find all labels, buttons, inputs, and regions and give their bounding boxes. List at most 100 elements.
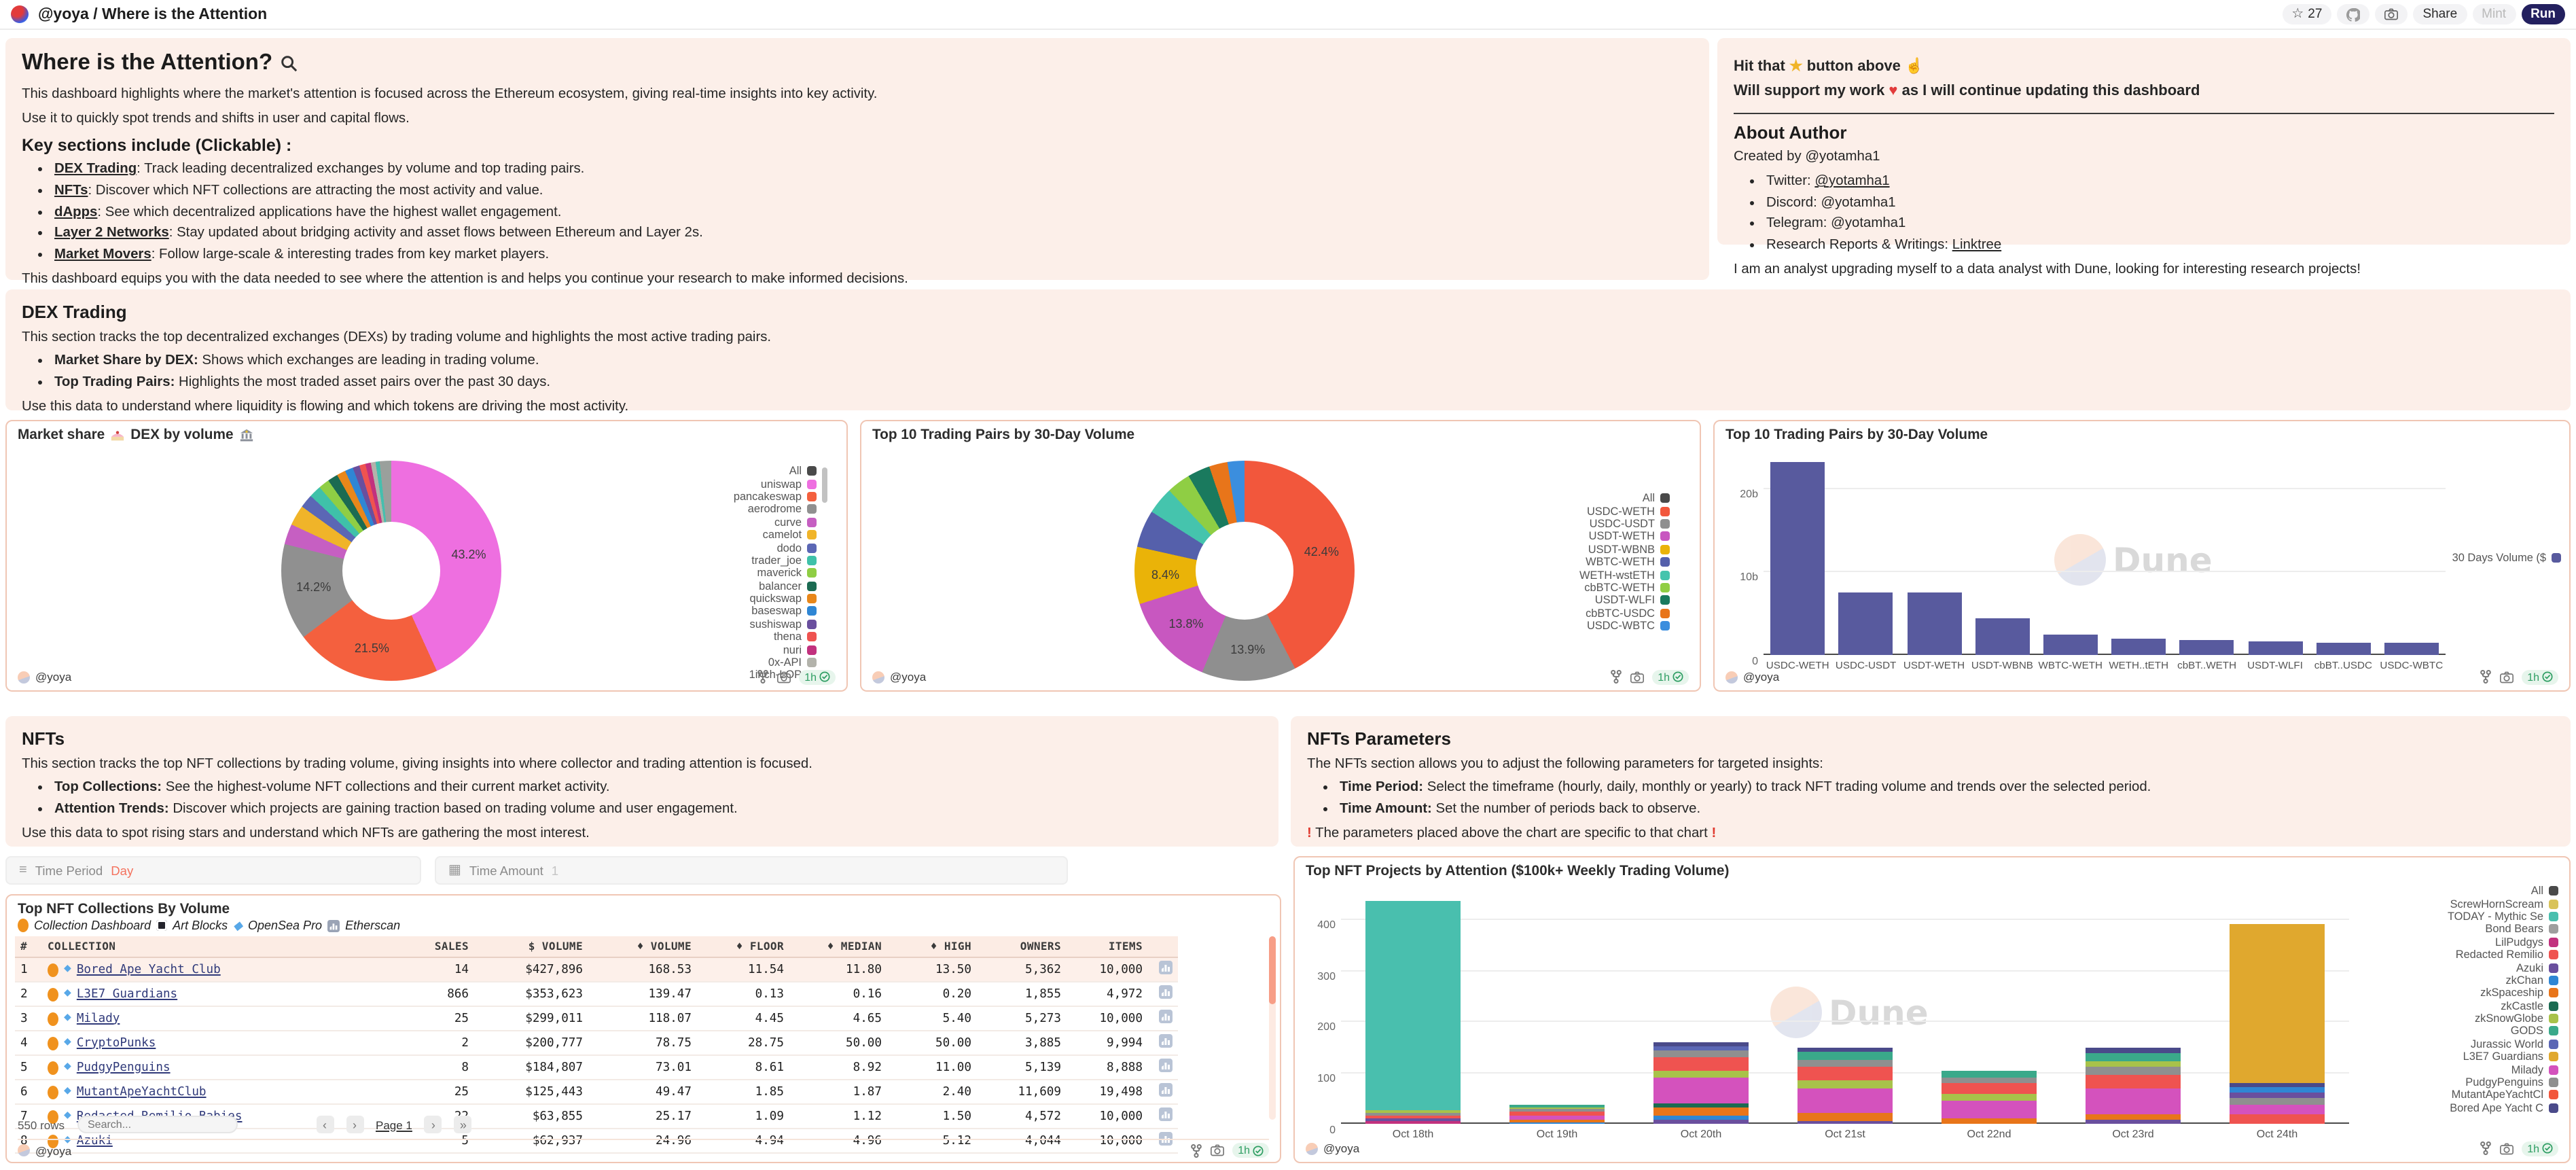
legend-item[interactable]: maverick	[757, 567, 817, 580]
time-amount-value[interactable]: 1	[552, 864, 558, 877]
column-header[interactable]: ♦ MEDIAN	[789, 936, 887, 957]
refresh-badge[interactable]: 1h	[1652, 669, 1689, 684]
nft-attention-plot[interactable]: 0100200300400Oct 18thOct 19thOct 20thOct…	[1341, 893, 2349, 1124]
screenshot-button[interactable]	[2375, 4, 2408, 24]
camera-icon[interactable]	[1211, 1144, 1224, 1156]
legend-item[interactable]: camelot	[763, 529, 817, 542]
fork-icon[interactable]	[1610, 670, 1622, 684]
github-button[interactable]	[2337, 4, 2369, 24]
page-indicator[interactable]: Page 1	[376, 1118, 412, 1131]
legend-item[interactable]: Bored Ape Yacht C	[2450, 1101, 2558, 1114]
fork-icon[interactable]	[2480, 1141, 2492, 1155]
legend-item[interactable]: USDT-WETH	[1589, 530, 1670, 543]
legend-item[interactable]: cbBTC-USDC	[1586, 607, 1670, 620]
time-period-value[interactable]: Day	[111, 864, 133, 877]
table-row[interactable]: 4◆CryptoPunks2$200,77778.7528.7550.0050.…	[15, 1031, 1178, 1055]
legend-item[interactable]: Azuki	[2516, 961, 2558, 974]
legend-item[interactable]: Milady	[2511, 1063, 2558, 1076]
collection-link[interactable]: CryptoPunks	[77, 1036, 156, 1050]
column-header[interactable]: ♦ FLOOR	[697, 936, 789, 957]
legend-scrollbar[interactable]	[822, 467, 827, 503]
table-row[interactable]: 6◆MutantApeYachtClub25$125,44349.471.851…	[15, 1080, 1178, 1104]
collection-dashboard-icon[interactable]	[48, 1085, 58, 1099]
stacked-bar-Oct 19th[interactable]	[1509, 1105, 1605, 1124]
legend-item[interactable]: quickswap	[750, 592, 817, 605]
stacked-bar-Oct 22nd[interactable]	[1942, 1070, 2037, 1124]
dapps-link[interactable]: dApps	[54, 205, 97, 219]
bar-WETH..tETH[interactable]	[2111, 639, 2166, 655]
opensea-gem-icon[interactable]: ◆	[64, 1061, 71, 1074]
legend-item[interactable]: Jurassic World	[2471, 1038, 2558, 1050]
dex-market-share-pie[interactable]: 43.2%21.5%14.2%	[281, 461, 501, 681]
next-page-button[interactable]: ›	[346, 1116, 363, 1133]
refresh-badge[interactable]: 1h	[1232, 1143, 1269, 1158]
legend-item[interactable]: curve	[774, 516, 817, 529]
fork-icon[interactable]	[757, 670, 769, 684]
opensea-pro-link[interactable]: OpenSea Pro	[248, 919, 322, 932]
legend-item[interactable]: WBTC-WETH	[1586, 556, 1670, 569]
twitter-link[interactable]: @yotamha1	[1814, 174, 1889, 189]
legend-item[interactable]: aerodrome	[748, 503, 817, 516]
legend-item[interactable]: zkSnowGlobe	[2475, 1012, 2558, 1025]
legend-item[interactable]: MutantApeYachtCl	[2452, 1089, 2558, 1102]
collection-dashboard-icon[interactable]	[48, 1036, 58, 1050]
legend-item[interactable]: ScrewHornScream	[2450, 898, 2558, 910]
bar-chart-legend[interactable]: 30 Days Volume ($	[2452, 552, 2561, 564]
camera-icon[interactable]	[1630, 671, 1644, 683]
opensea-gem-icon[interactable]: ◆	[64, 988, 71, 1000]
bar-WBTC-WETH[interactable]	[2043, 634, 2098, 655]
top-pairs-pie[interactable]: 42.4%13.9%13.8%8.4%	[1134, 461, 1355, 681]
stacked-bar-Oct 24th[interactable]	[2230, 923, 2325, 1124]
nfts-link[interactable]: NFTs	[54, 183, 88, 198]
layer2-link[interactable]: Layer 2 Networks	[54, 226, 169, 241]
legend-item[interactable]: TODAY - Mythic Se	[2448, 910, 2558, 923]
collection-dashboard-icon[interactable]	[48, 963, 58, 976]
legend-item[interactable]: cbBTC-WETH	[1584, 581, 1670, 594]
legend-item[interactable]: zkCastle	[2501, 999, 2558, 1012]
legend-item[interactable]: All	[1643, 492, 1670, 505]
bar-USDC-USDT[interactable]	[1839, 592, 1893, 656]
card-author[interactable]: @yoya	[18, 670, 71, 684]
prev-page-button[interactable]: ‹	[316, 1116, 334, 1133]
legend-item[interactable]: All	[789, 465, 817, 478]
legend-item[interactable]: All	[2531, 885, 2558, 898]
user-avatar[interactable]	[11, 5, 29, 23]
art-blocks-link[interactable]: Art Blocks	[173, 919, 228, 932]
mini-chart-icon[interactable]	[1159, 961, 1173, 974]
legend-item[interactable]: sushiswap	[750, 618, 817, 631]
legend-item[interactable]: zkChan	[2505, 974, 2558, 987]
linktree-link[interactable]: Linktree	[1952, 238, 2002, 253]
legend-item[interactable]: USDC-USDT	[1590, 518, 1670, 531]
mini-chart-icon[interactable]	[1159, 1010, 1173, 1023]
market-movers-link[interactable]: Market Movers	[54, 247, 151, 262]
legend-item[interactable]: balancer	[759, 580, 817, 592]
column-header[interactable]: ITEMS	[1067, 936, 1148, 957]
column-header[interactable]: OWNERS	[977, 936, 1067, 957]
bar-USDC-WETH[interactable]	[1770, 462, 1825, 655]
card-author[interactable]: @yoya	[1725, 670, 1779, 684]
legend-item[interactable]: nuri	[783, 643, 817, 656]
bar-USDT-WLFI[interactable]	[2248, 641, 2302, 655]
card-author[interactable]: @yoya	[872, 670, 926, 684]
collection-dashboard-icon[interactable]	[48, 1061, 58, 1074]
bar-cbBT..WETH[interactable]	[2180, 640, 2234, 655]
mint-button[interactable]: Mint	[2472, 4, 2516, 24]
forward-page-button[interactable]: ›	[425, 1116, 442, 1133]
time-amount-param[interactable]: ▦ Time Amount 1	[435, 856, 1068, 885]
bar-USDT-WETH[interactable]	[1907, 593, 1961, 655]
camera-icon[interactable]	[777, 671, 791, 683]
camera-icon[interactable]	[2500, 1142, 2514, 1154]
stacked-bar-Oct 21st[interactable]	[1797, 1048, 1893, 1124]
last-page-button[interactable]: »	[454, 1116, 472, 1133]
refresh-badge[interactable]: 1h	[2522, 669, 2558, 684]
column-header[interactable]: ♦ HIGH	[887, 936, 977, 957]
mini-chart-icon[interactable]	[1159, 1034, 1173, 1048]
table-scrollbar-thumb[interactable]	[1269, 936, 1276, 1004]
table-row[interactable]: 3◆Milady25$299,011118.074.454.655.405,27…	[15, 1006, 1178, 1031]
card-author[interactable]: @yoya	[1306, 1141, 1359, 1155]
legend-item[interactable]: uniswap	[761, 478, 817, 491]
legend-item[interactable]: trader_joe	[751, 554, 817, 567]
table-row[interactable]: 5◆PudgyPenguins8$184,80773.018.618.9211.…	[15, 1055, 1178, 1080]
legend-item[interactable]: baseswap	[751, 605, 817, 618]
refresh-badge[interactable]: 1h	[2522, 1141, 2558, 1156]
